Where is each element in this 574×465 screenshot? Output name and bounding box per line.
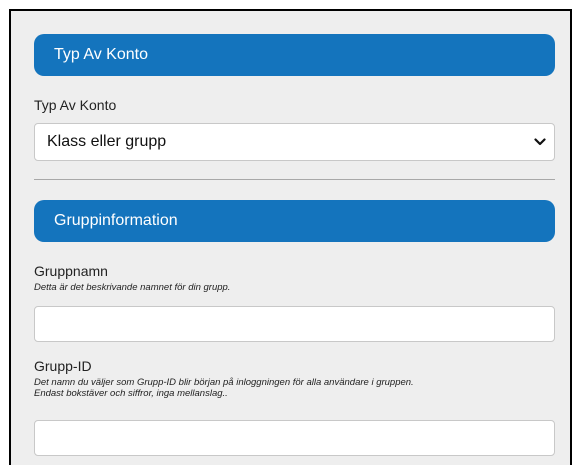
- group-id-hint-line1: Det namn du väljer som Grupp-ID blir bör…: [34, 377, 414, 388]
- group-info-section-title: Gruppinformation: [54, 212, 178, 229]
- account-type-selected-value: Klass eller grupp: [47, 133, 167, 150]
- group-id-hint-line2: Endast bokstäver och siffror, inga mella…: [34, 388, 228, 399]
- group-name-hint: Detta är det beskrivande namnet för din …: [34, 282, 231, 293]
- group-id-input[interactable]: [34, 420, 555, 456]
- group-name-label: Gruppnamn: [34, 263, 108, 279]
- group-id-label: Grupp-ID: [34, 358, 92, 374]
- account-type-section-title: Typ Av Konto: [54, 46, 148, 63]
- group-info-section-header: Gruppinformation: [34, 200, 555, 242]
- form-panel: Typ Av Konto Typ Av Konto Klass eller gr…: [9, 9, 572, 465]
- account-type-select[interactable]: Klass eller grupp: [34, 123, 555, 161]
- account-type-section-header: Typ Av Konto: [34, 34, 555, 76]
- account-type-label: Typ Av Konto: [34, 97, 117, 113]
- group-name-input[interactable]: [34, 306, 555, 342]
- section-divider: [34, 179, 555, 180]
- chevron-down-icon: [534, 138, 546, 146]
